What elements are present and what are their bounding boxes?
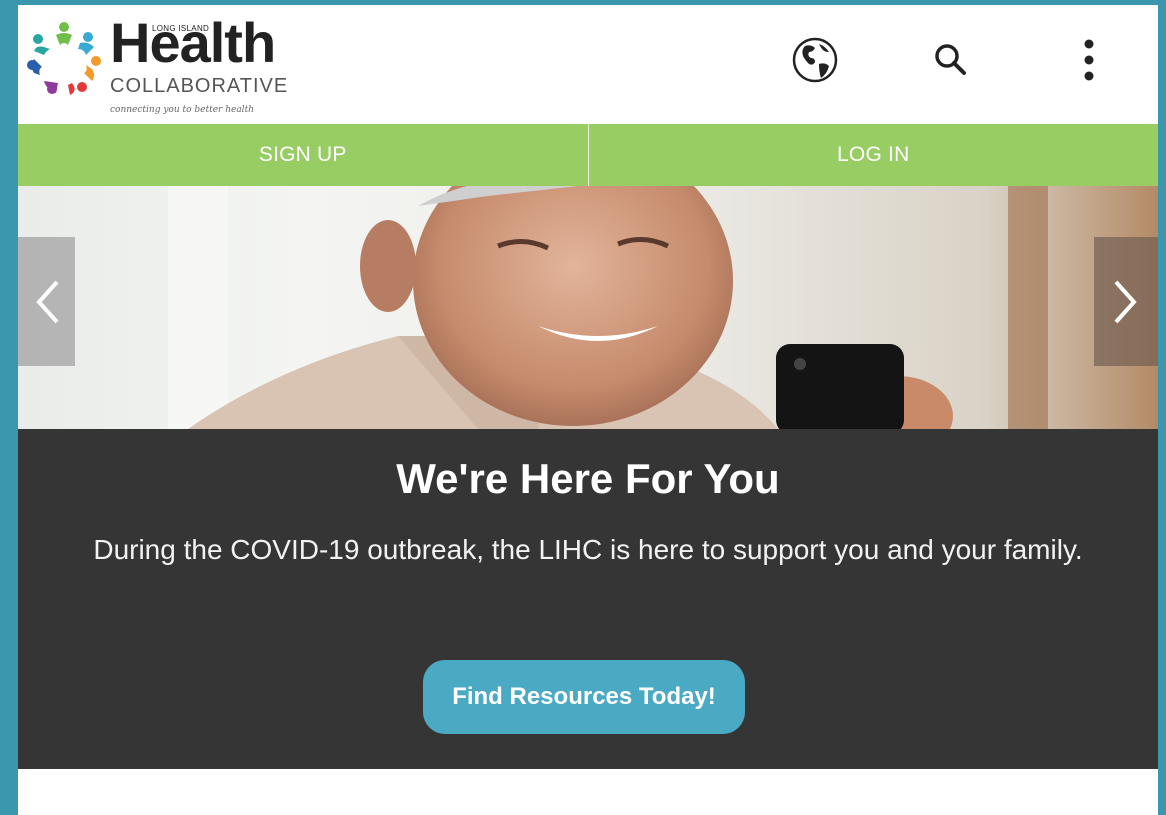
hero-image	[18, 186, 1158, 429]
banner-text: During the COVID-19 outbreak, the LIHC i…	[93, 534, 1083, 565]
carousel-prev-button[interactable]	[18, 237, 75, 366]
globe-icon	[792, 37, 838, 83]
search-button[interactable]	[926, 35, 976, 85]
more-menu-button[interactable]	[1064, 35, 1114, 85]
carousel-next-button[interactable]	[1094, 237, 1158, 366]
logo-people-mark	[27, 22, 101, 95]
search-icon	[935, 44, 966, 75]
logo-health-wordmark: Health	[110, 11, 276, 74]
logo-collaborative-wordmark: COLLABORATIVE	[110, 75, 289, 97]
banner-title: We're Here For You	[396, 455, 780, 502]
language-button[interactable]	[790, 35, 840, 85]
find-resources-button[interactable]: Find Resources Today!	[423, 660, 745, 734]
hero-carousel	[18, 186, 1158, 429]
sign-up-button[interactable]: SIGN UP	[18, 124, 588, 186]
auth-bar: SIGN UP LOG IN	[18, 124, 1158, 186]
more-vertical-icon	[1084, 39, 1094, 81]
chevron-right-icon	[1114, 280, 1137, 323]
covid-banner: We're Here For You During the COVID-19 o…	[18, 429, 1158, 769]
logo-tagline: connecting you to better health	[110, 105, 254, 115]
site-logo[interactable]: LONG ISLAND Health COLLABORATIVE connect…	[22, 11, 302, 119]
log-in-button[interactable]: LOG IN	[589, 124, 1159, 186]
browser-viewport: LONG ISLAND Health COLLABORATIVE connect…	[18, 5, 1158, 815]
chevron-left-icon	[35, 280, 58, 323]
site-header: LONG ISLAND Health COLLABORATIVE connect…	[18, 5, 1158, 124]
